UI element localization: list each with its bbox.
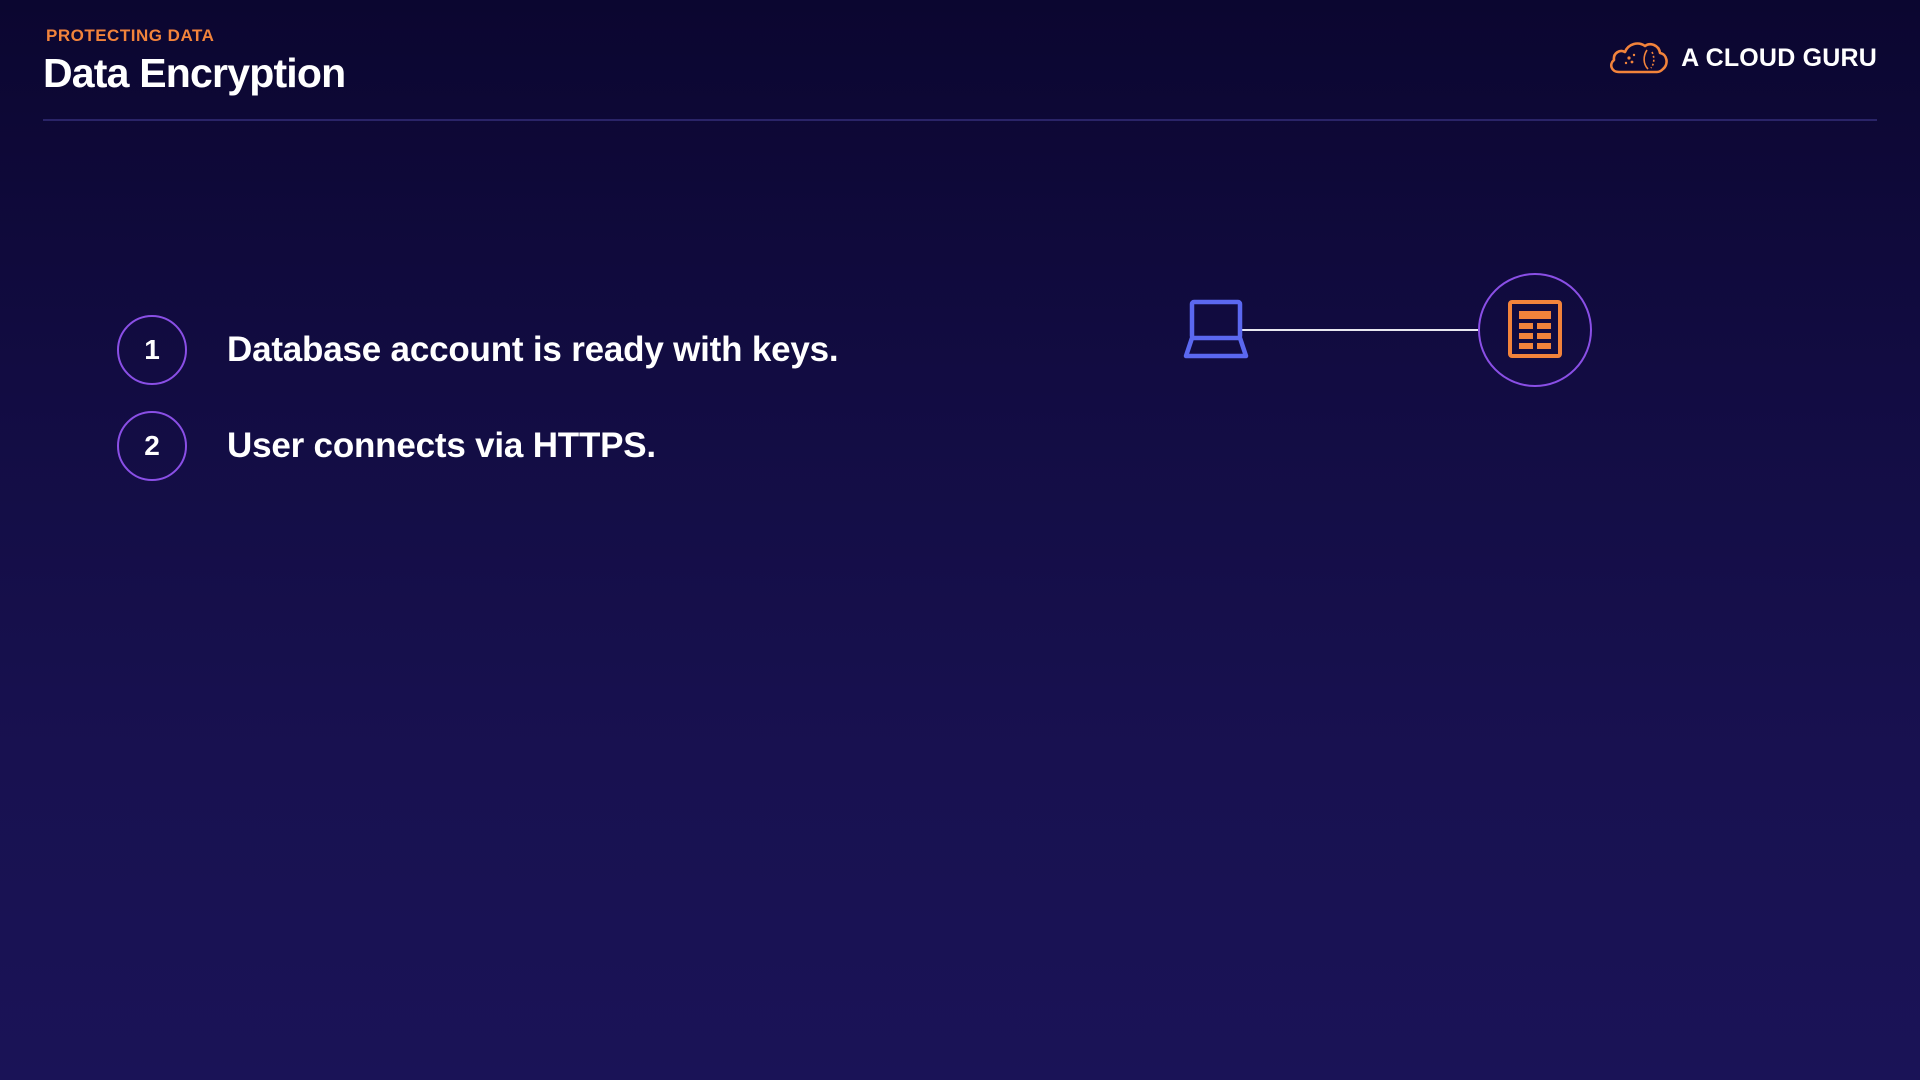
brand-logo: A CLOUD GURU — [1607, 38, 1877, 78]
header-divider — [43, 119, 1877, 121]
step-number-badge: 1 — [117, 315, 187, 385]
cloud-icon — [1610, 42, 1668, 74]
server-ring — [1478, 273, 1592, 387]
step-item: 2 User connects via HTTPS. — [117, 411, 656, 481]
diagram-canvas — [1183, 273, 1592, 387]
step-text: User connects via HTTPS. — [227, 426, 656, 465]
database-table-icon — [1508, 300, 1562, 358]
brand-name: A CLOUD GURU — [1681, 43, 1877, 72]
section-eyebrow: PROTECTING DATA — [46, 26, 215, 45]
step-item: 1 Database account is ready with keys. — [117, 315, 839, 385]
step-number-badge: 2 — [117, 411, 187, 481]
step-text: Database account is ready with keys. — [227, 330, 839, 369]
laptop-icon — [1183, 299, 1249, 359]
slide-title: Data Encryption — [43, 50, 346, 96]
connection-diagram — [1180, 270, 1600, 390]
slide-header: PROTECTING DATA Data Encryption A CLOUD … — [43, 26, 1877, 121]
